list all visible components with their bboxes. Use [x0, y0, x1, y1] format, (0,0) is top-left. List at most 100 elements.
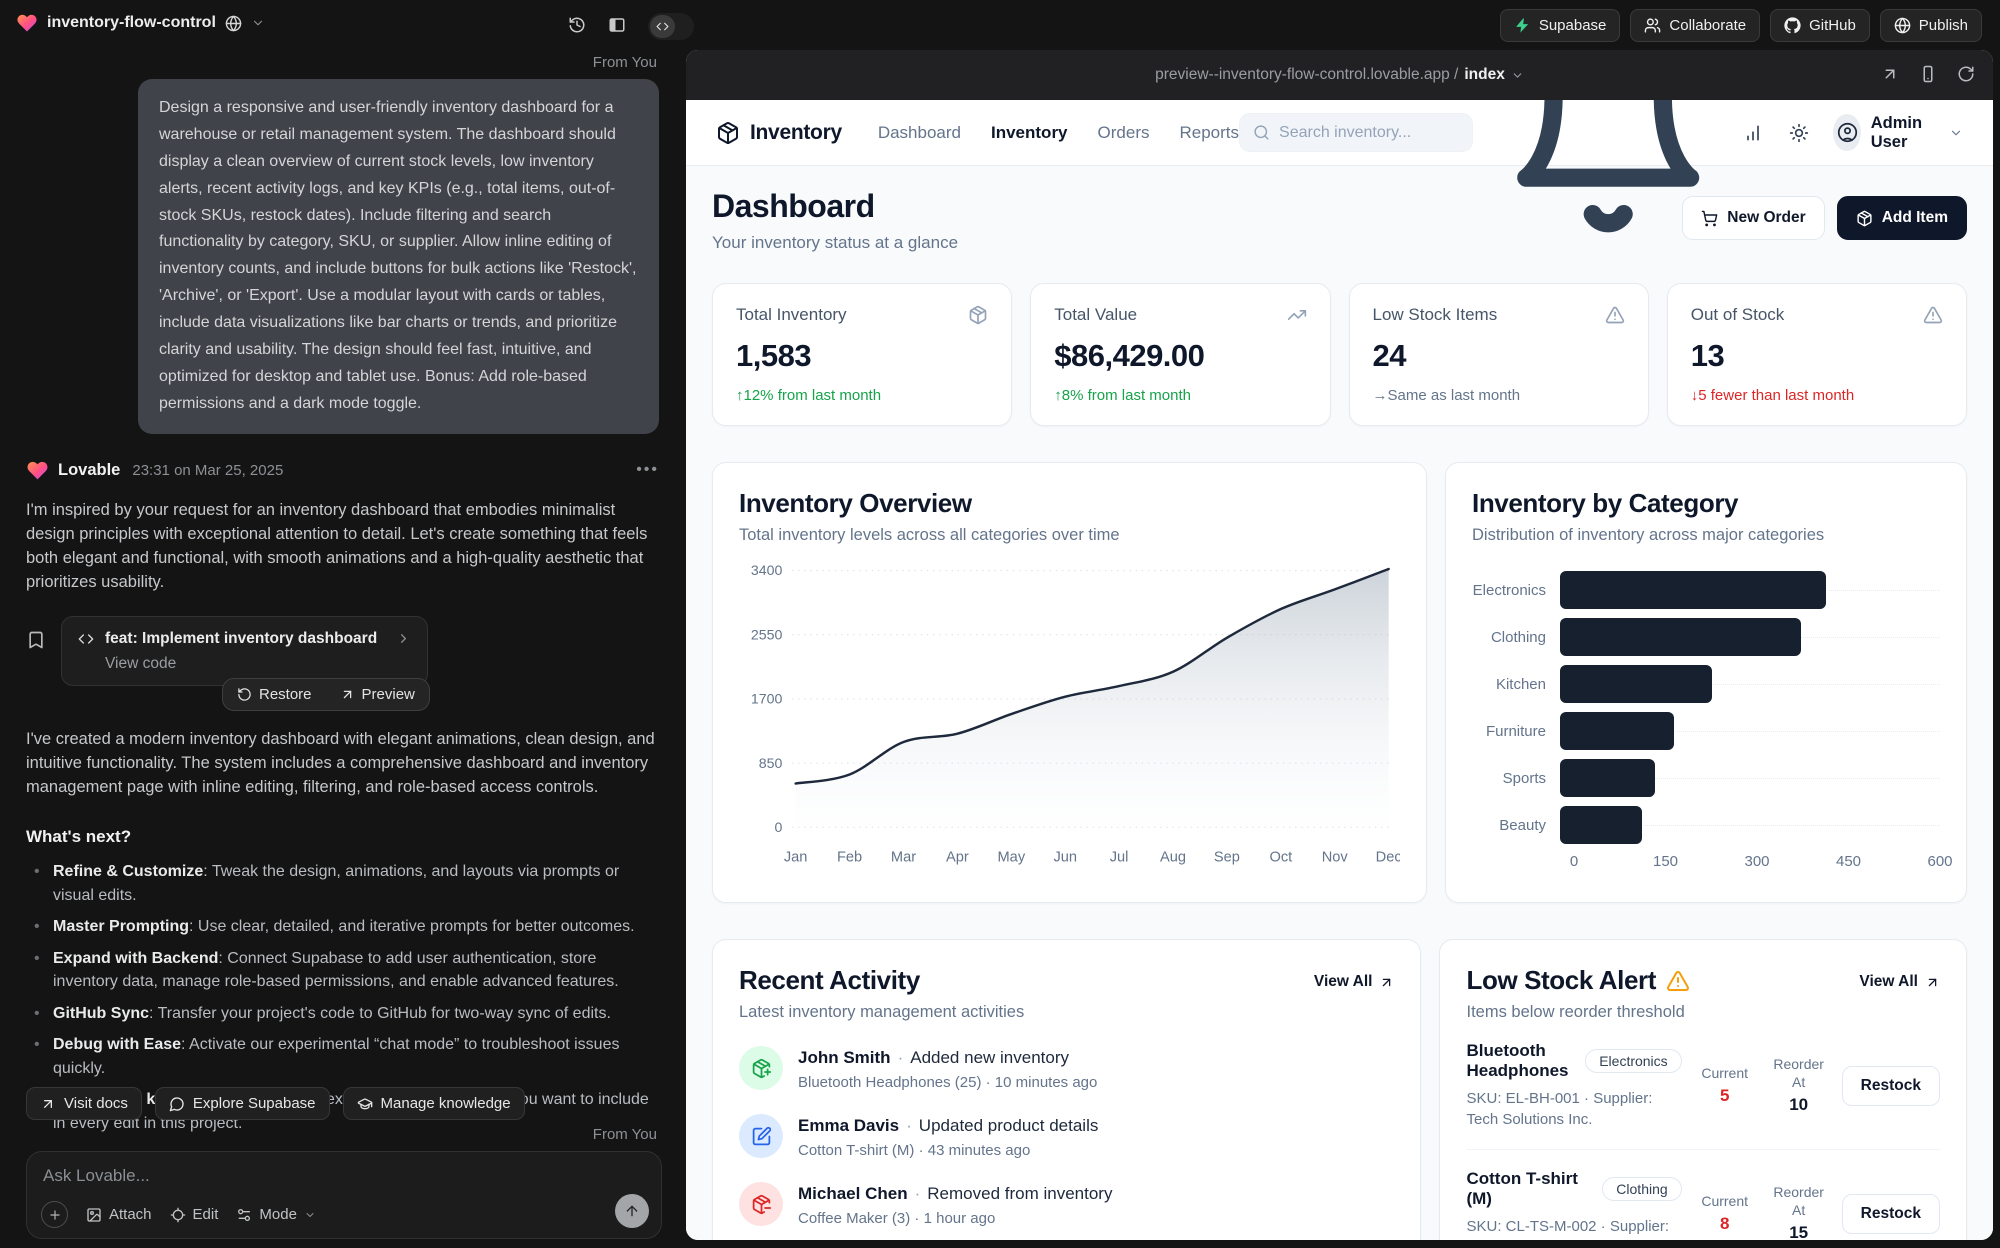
assistant-intro: I'm inspired by your request for an inve…: [26, 498, 659, 595]
publish-button[interactable]: Publish: [1880, 9, 1982, 42]
preview-url[interactable]: preview--inventory-flow-control.lovable.…: [1155, 66, 1524, 84]
low-stock-subtitle: Items below reorder threshold: [1466, 1003, 1690, 1022]
external-link-icon: [40, 1096, 56, 1112]
kpi-value: 13: [1691, 338, 1943, 374]
svg-text:3400: 3400: [751, 563, 783, 579]
mode-selector[interactable]: Mode: [236, 1206, 316, 1223]
svg-text:850: 850: [759, 756, 783, 772]
activity-icon: [739, 1182, 783, 1226]
activity-item[interactable]: Michael Chen·Removed from inventory Coff…: [739, 1182, 1394, 1227]
app-brand[interactable]: Inventory: [716, 121, 842, 145]
activity-item[interactable]: Emma Davis·Updated product details Cotto…: [739, 1114, 1394, 1159]
nav-orders[interactable]: Orders: [1098, 123, 1150, 143]
bar-kitchen: [1560, 665, 1712, 703]
view-all-label: View All: [1859, 973, 1918, 991]
refresh-icon[interactable]: [1957, 65, 1975, 83]
add-item-button[interactable]: Add Item: [1837, 196, 1967, 240]
explore-supabase-button[interactable]: Explore Supabase: [155, 1087, 330, 1120]
svg-text:0: 0: [775, 820, 783, 836]
history-icon[interactable]: [568, 16, 586, 34]
bar-category-label: Furniture: [1472, 723, 1560, 740]
code-icon: [656, 20, 669, 33]
notifications-button[interactable]: [1499, 100, 1717, 242]
kpi-delta: →Same as last month: [1373, 387, 1625, 404]
plus-icon: [48, 1208, 62, 1222]
panel-toggle-icon[interactable]: [608, 16, 626, 34]
user-message-bubble: Design a responsive and user-friendly in…: [138, 79, 659, 434]
package-icon: [1856, 210, 1873, 227]
restock-button[interactable]: Restock: [1842, 1194, 1940, 1234]
collaborate-button[interactable]: Collaborate: [1630, 9, 1760, 42]
kpi-card: Out of Stock 13 ↓5 fewer than last month: [1667, 283, 1967, 426]
kpi-card: Low Stock Items 24 →Same as last month: [1349, 283, 1649, 426]
manage-knowledge-label: Manage knowledge: [381, 1095, 511, 1112]
send-button[interactable]: [615, 1194, 649, 1228]
project-menu[interactable]: inventory-flow-control: [16, 12, 265, 34]
preview-window: preview--inventory-flow-control.lovable.…: [686, 50, 1993, 1240]
attach-button[interactable]: Attach: [86, 1206, 152, 1223]
github-button[interactable]: GitHub: [1770, 9, 1870, 42]
users-icon: [1644, 17, 1661, 34]
whats-next-heading: What's next?: [26, 827, 659, 847]
target-icon: [170, 1207, 186, 1223]
theme-toggle-icon[interactable]: [1789, 123, 1809, 143]
view-all-activity-link[interactable]: View All: [1314, 973, 1395, 991]
page-title: Dashboard: [712, 188, 958, 225]
open-external-icon[interactable]: [1881, 65, 1899, 83]
assistant-name: Lovable: [58, 461, 120, 480]
inventory-overview-chart: 0850170025503400JanFebMarAprMayJunJulAug…: [739, 559, 1400, 871]
restore-button[interactable]: Restore: [223, 679, 326, 710]
edit-button[interactable]: Edit: [170, 1206, 219, 1223]
user-menu[interactable]: Admin User: [1833, 114, 1963, 152]
nav-dashboard[interactable]: Dashboard: [878, 123, 961, 143]
message-bubble-icon: [169, 1096, 185, 1112]
reorder-label: Reorder At: [1768, 1184, 1830, 1219]
bar-row: Furniture: [1472, 712, 1940, 750]
quick-actions: Visit docs Explore Supabase Manage knowl…: [26, 1087, 525, 1120]
bar-category-label: Beauty: [1472, 817, 1560, 834]
restock-button[interactable]: Restock: [1842, 1066, 1940, 1106]
reorder-value: 15: [1768, 1223, 1830, 1240]
product-name: Cotton T-shirt (M): [1466, 1169, 1591, 1209]
nav-reports[interactable]: Reports: [1180, 123, 1240, 143]
add-item-label: Add Item: [1882, 209, 1948, 227]
svg-text:Nov: Nov: [1322, 849, 1349, 865]
kpi-value: 24: [1373, 338, 1625, 374]
warning-triangle-icon: [1666, 969, 1690, 993]
commit-title: feat: Implement inventory dashboard: [105, 630, 377, 648]
visit-docs-button[interactable]: Visit docs: [26, 1087, 142, 1120]
analytics-icon[interactable]: [1743, 123, 1763, 143]
url-page: index: [1464, 66, 1504, 84]
preview-button[interactable]: Preview: [326, 679, 429, 710]
inventory-overview-card: Inventory Overview Total inventory level…: [712, 462, 1427, 903]
category-badge: Clothing: [1602, 1177, 1681, 1201]
svg-text:May: May: [998, 849, 1026, 865]
bar-electronics: [1560, 571, 1826, 609]
activity-detail: Cotton T-shirt (M) · 43 minutes ago: [798, 1142, 1098, 1159]
chat-input[interactable]: [43, 1166, 464, 1186]
publish-label: Publish: [1919, 17, 1968, 34]
chevron-down-icon[interactable]: [251, 16, 265, 30]
view-all-low-stock-link[interactable]: View All: [1859, 973, 1940, 991]
chat-input-box[interactable]: Attach Edit Mode: [26, 1151, 662, 1239]
code-view-toggle[interactable]: [648, 13, 694, 40]
bookmark-icon[interactable]: [26, 630, 46, 650]
activity-item[interactable]: John Smith·Added new inventory Bluetooth…: [739, 1046, 1394, 1091]
message-more-icon[interactable]: •••: [636, 461, 659, 479]
search-input[interactable]: [1279, 124, 1459, 142]
manage-knowledge-button[interactable]: Manage knowledge: [343, 1087, 525, 1120]
search-box[interactable]: [1239, 113, 1473, 152]
mobile-view-icon[interactable]: [1919, 65, 1937, 83]
kpi-icon: [1287, 305, 1307, 325]
supabase-button[interactable]: Supabase: [1500, 9, 1621, 42]
brand-name: Inventory: [750, 121, 842, 145]
svg-text:Jan: Jan: [784, 849, 808, 865]
add-attachment-button[interactable]: [41, 1201, 68, 1228]
view-code-link[interactable]: View code: [105, 655, 411, 673]
publish-globe-icon: [1894, 17, 1911, 34]
user-circle-icon: [1837, 122, 1858, 143]
commit-card[interactable]: feat: Implement inventory dashboard View…: [61, 616, 428, 686]
nav-inventory[interactable]: Inventory: [991, 123, 1068, 143]
kpi-icon: [1605, 305, 1625, 325]
sliders-icon: [236, 1207, 252, 1223]
